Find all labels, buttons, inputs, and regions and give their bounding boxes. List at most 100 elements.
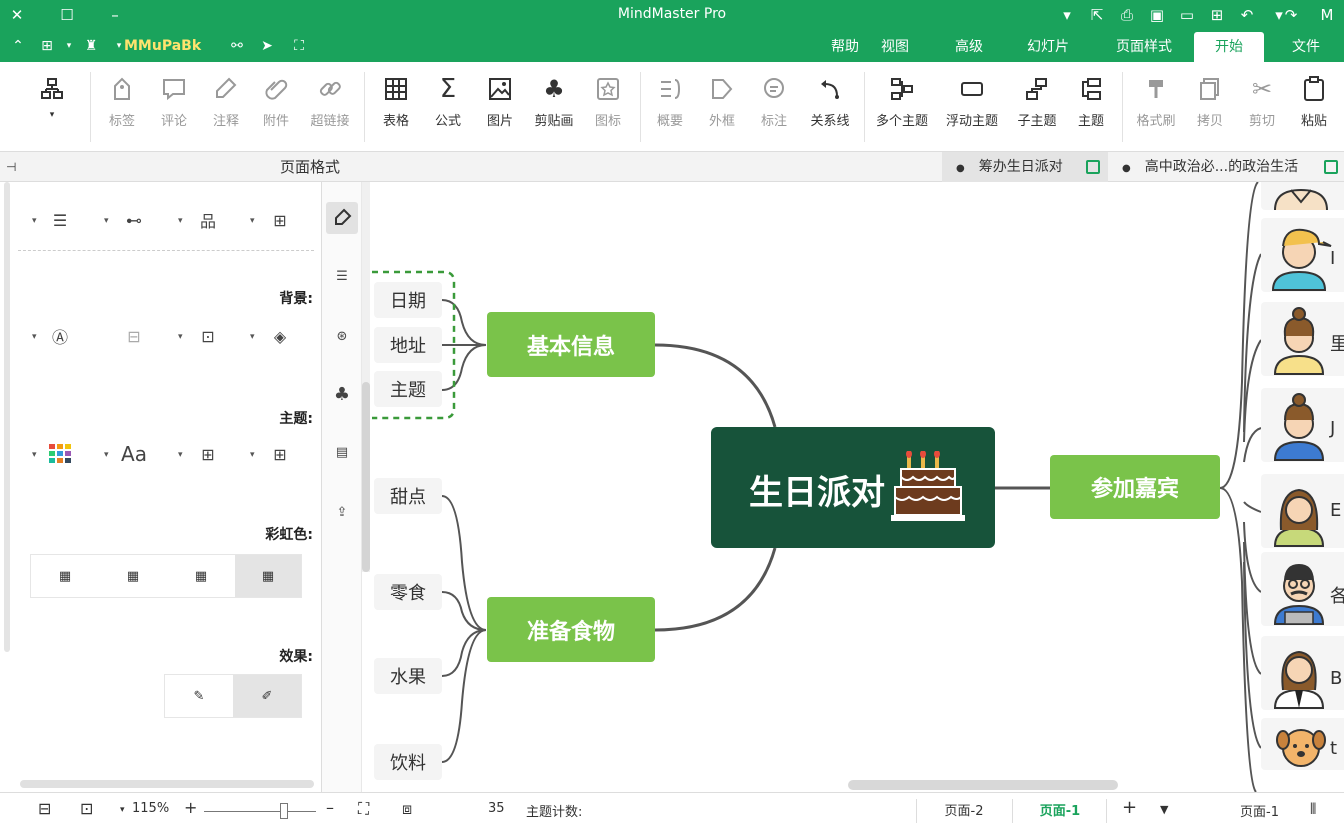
zoom-level[interactable]: 115% <box>132 801 169 816</box>
note-button[interactable]: 注释 <box>200 72 252 138</box>
panel-scrollbar[interactable] <box>4 182 10 652</box>
page-panel-icon[interactable]: ⫴ <box>1310 800 1316 818</box>
font-icon[interactable]: Aa <box>120 440 148 468</box>
rainbow-option-3[interactable]: ▦ <box>167 555 235 597</box>
topic-dessert[interactable]: 甜点 <box>374 478 442 514</box>
fullscreen-icon[interactable]: ⛶ <box>288 36 310 56</box>
send-icon[interactable]: ➤ <box>256 36 278 56</box>
branch-guests[interactable]: 参加嘉宾 <box>1050 455 1220 519</box>
topic-theme[interactable]: 主题 <box>374 371 442 407</box>
icon-button[interactable]: 图标 <box>582 72 634 138</box>
branch-basic-info[interactable]: 基本信息 <box>487 312 655 377</box>
theme-layout-dropdown-icon[interactable]: ▾ <box>250 450 255 460</box>
icon-library-icon[interactable]: ⊛ <box>326 320 358 352</box>
close-tab-icon[interactable]: ● <box>1122 163 1131 174</box>
tab-page-style[interactable]: 页面样式 <box>1104 32 1184 62</box>
outline-icon[interactable]: ☰ <box>326 260 358 292</box>
minimize-icon[interactable]: – <box>104 4 126 26</box>
tab-slides[interactable]: 幻灯片 <box>1018 32 1078 62</box>
paste-button[interactable]: 粘贴 <box>1288 72 1340 138</box>
topic-address[interactable]: 地址 <box>374 327 442 363</box>
topic-snacks[interactable]: 零食 <box>374 574 442 610</box>
theme-grid-icon[interactable]: ⊞ <box>194 440 222 468</box>
theme-layout-icon[interactable]: ⊞ <box>266 440 294 468</box>
presentation-icon[interactable]: ⧈ <box>402 799 412 819</box>
print-icon[interactable]: ⎙ <box>1116 4 1138 26</box>
structure-icon[interactable]: 品 <box>194 206 222 234</box>
zoom-slider[interactable] <box>204 811 316 812</box>
task-icon[interactable]: ▤ <box>326 436 358 468</box>
text-style-icon[interactable]: Ⓐ <box>46 322 74 350</box>
remove-background-icon[interactable]: ⊟ <box>120 322 148 350</box>
theme-grid-dropdown-icon[interactable]: ▾ <box>178 450 183 460</box>
layout-button[interactable]: ▾ <box>26 72 78 138</box>
copy-button[interactable]: 拷贝 <box>1184 72 1236 138</box>
rainbow-option-1[interactable]: ▦ <box>31 555 99 597</box>
branch-prepare-food[interactable]: 准备食物 <box>487 597 655 662</box>
redo-icon[interactable]: ↷ <box>1280 4 1302 26</box>
open-folder-icon[interactable]: ▭ <box>1176 4 1198 26</box>
customize-toolbar-icon[interactable]: ▾ <box>1056 4 1078 26</box>
export-icon[interactable]: ⇱ <box>1086 4 1108 26</box>
comment-button[interactable]: 评论 <box>148 72 200 138</box>
clipart-button[interactable]: ♣ 剪贴画 <box>526 72 582 138</box>
hyperlink-button[interactable]: 超链接 <box>302 72 358 138</box>
undo-icon[interactable]: ↶ <box>1236 4 1258 26</box>
fit-page-icon[interactable]: ⊟ <box>38 799 51 818</box>
topic-date[interactable]: 日期 <box>374 282 442 318</box>
floating-topic-button[interactable]: 浮动主题 <box>940 72 1004 138</box>
text-style-dropdown-icon[interactable]: ▾ <box>32 332 37 342</box>
close-tab-icon[interactable]: ● <box>956 163 965 174</box>
tab-home[interactable]: 开始 <box>1194 32 1264 62</box>
mindmap-canvas[interactable]: 生日派对 基本信息 准备食物 参加嘉宾 日期 地址 主题 甜点 零食 水果 饮料 <box>362 182 1344 792</box>
fill-dropdown-icon[interactable]: ▾ <box>250 332 255 342</box>
boundary-button[interactable]: 外框 <box>696 72 748 138</box>
connector-icon[interactable]: ⊷ <box>120 206 148 234</box>
format-brush-icon[interactable] <box>326 202 358 234</box>
fit-width-icon[interactable]: ⊡ <box>80 799 93 818</box>
topic-button[interactable]: 主题 <box>1064 72 1118 138</box>
page-list-dropdown-icon[interactable]: ▼ <box>1160 803 1168 816</box>
format-painter-button[interactable]: 格式刷 <box>1128 72 1184 138</box>
clipart-library-icon[interactable]: ♣ <box>326 378 358 410</box>
apps-dropdown-icon[interactable]: ▾ <box>62 36 76 56</box>
layout-dropdown-icon[interactable]: ▾ <box>250 216 255 226</box>
save-icon[interactable]: ▣ <box>1146 4 1168 26</box>
tag-button[interactable]: 标签 <box>96 72 148 138</box>
collapse-ribbon-icon[interactable]: ⌃ <box>6 36 30 56</box>
zoom-dropdown-icon[interactable]: ▾ <box>120 805 125 815</box>
page-tab-1[interactable]: 页面-1 <box>1020 793 1100 830</box>
skin-icon[interactable]: ♜ <box>80 36 102 56</box>
font-dropdown-icon[interactable]: ▾ <box>104 450 109 460</box>
attachment-button[interactable]: 附件 <box>250 72 302 138</box>
hand-drawn-icon[interactable]: ✎ <box>165 675 233 717</box>
summary-button[interactable]: 概要 <box>644 72 696 138</box>
zoom-out-icon[interactable]: – <box>326 798 334 817</box>
pin-panel-icon[interactable]: ⊣ <box>6 152 16 182</box>
tab-file[interactable]: 文件 <box>1276 32 1336 62</box>
upload-icon[interactable]: ⇪ <box>326 496 358 528</box>
guest-avatar[interactable] <box>1261 182 1344 211</box>
doc-tab[interactable]: ● 高中政治必...的政治生活 <box>1122 152 1344 182</box>
multi-topic-button[interactable]: 多个主题 <box>870 72 934 138</box>
structure-dropdown-icon[interactable]: ▾ <box>178 216 183 226</box>
tab-view[interactable]: 视图 <box>870 32 920 62</box>
zoom-in-icon[interactable]: + <box>184 798 197 817</box>
numbering-icon[interactable]: ☰ <box>46 206 74 234</box>
canvas-horizontal-scrollbar[interactable] <box>848 780 1118 790</box>
tab-help[interactable]: 帮助 <box>820 32 870 62</box>
maximize-icon[interactable]: ☐ <box>56 4 78 26</box>
subtopic-button[interactable]: 子主题 <box>1008 72 1066 138</box>
tab-advanced[interactable]: 高级 <box>944 32 994 62</box>
callout-button[interactable]: 标注 <box>748 72 800 138</box>
color-palette-icon[interactable] <box>46 440 74 468</box>
central-topic[interactable]: 生日派对 <box>711 427 995 548</box>
cut-button[interactable]: ✂ 剪切 <box>1236 72 1288 138</box>
fullscreen-icon[interactable]: ⛶ <box>358 799 369 819</box>
apps-icon[interactable]: ⊞ <box>36 36 58 56</box>
background-image-icon[interactable]: ⊡ <box>194 322 222 350</box>
fill-bucket-icon[interactable]: ◈ <box>266 322 294 350</box>
user-name[interactable]: MMuPaBk <box>124 36 214 56</box>
relationship-button[interactable]: 关系线 <box>802 72 858 138</box>
normal-effect-icon[interactable]: ✐ <box>233 675 301 717</box>
